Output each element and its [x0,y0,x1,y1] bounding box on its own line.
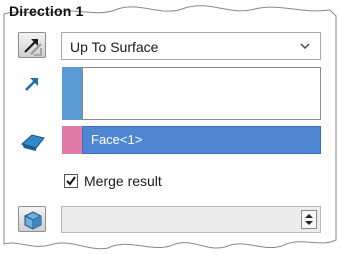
end-condition-value: Up To Surface [70,39,159,55]
face-selection-icon [20,134,45,151]
spinner-arrows-icon [305,214,313,225]
direction-color-swatch [62,67,82,120]
draft-toggle-button[interactable] [18,206,46,232]
merge-result-checkbox[interactable] [64,174,78,188]
merge-result-label: Merge result [84,173,162,189]
draft-cube-icon [24,211,42,230]
spinner-buttons[interactable] [301,210,317,229]
reverse-direction-button[interactable] [18,32,46,58]
panel-title: Direction 1 [9,3,84,19]
checkmark-icon [66,176,76,186]
direction-arrow-icon [25,78,38,91]
offset-spinbox[interactable] [61,206,321,233]
end-condition-select[interactable]: Up To Surface [61,32,321,60]
direction-panel: Direction 1 Up To Surface Face<1> Merge … [0,0,340,255]
face-color-swatch [62,126,82,154]
direction-selection-box[interactable] [82,67,321,120]
face-selection-value: Face<1> [91,132,143,147]
reverse-direction-arrows-icon [24,39,42,56]
face-selection-field[interactable]: Face<1> [82,126,321,154]
chevron-down-icon [300,43,310,50]
